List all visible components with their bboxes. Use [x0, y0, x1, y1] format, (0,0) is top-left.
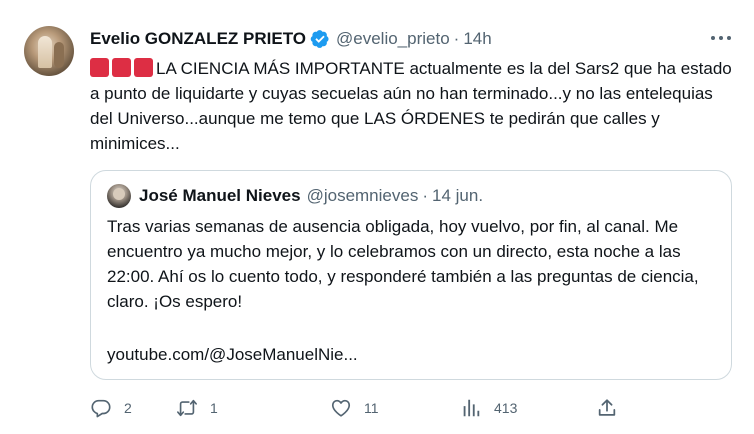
views-button[interactable]: 413: [460, 396, 517, 420]
retweet-count: 1: [210, 400, 218, 416]
red-square-emoji-icon: [134, 58, 153, 77]
share-icon: [598, 399, 616, 416]
like-button[interactable]: 11: [330, 396, 379, 420]
header-separator: ·: [453, 29, 460, 48]
quoted-date: 14 jun.: [432, 186, 484, 205]
retweet-icon: [177, 399, 197, 417]
quoted-author-handle: @josemnieves: [306, 186, 419, 205]
quoted-tweet-header: José Manuel Nieves @josemnieves · 14 jun…: [107, 184, 483, 208]
reply-button[interactable]: 2: [90, 396, 132, 420]
red-square-emoji-icon: [112, 58, 131, 77]
quoted-tweet[interactable]: José Manuel Nieves @josemnieves · 14 jun…: [90, 170, 732, 380]
quoted-tweet-link[interactable]: youtube.com/@JoseManuelNie...: [107, 342, 358, 367]
author-handle[interactable]: @evelio_prieto: [336, 29, 450, 49]
author-name[interactable]: Evelio GONZALEZ PRIETO: [90, 29, 306, 49]
like-count: 11: [364, 400, 379, 416]
tweet-card[interactable]: Evelio GONZALEZ PRIETO @evelio_prieto · …: [0, 0, 754, 434]
tweet-header: Evelio GONZALEZ PRIETO @evelio_prieto · …: [90, 27, 492, 51]
quoted-separator: ·: [422, 186, 428, 205]
reply-count: 2: [124, 400, 132, 416]
quoted-author-avatar: [107, 184, 131, 208]
heart-icon: [331, 399, 351, 417]
tweet-timestamp[interactable]: 14h: [463, 29, 491, 49]
quoted-tweet-text: Tras varias semanas de ausencia obligada…: [107, 217, 699, 311]
share-button[interactable]: [596, 396, 618, 420]
verified-badge-icon: [310, 29, 330, 49]
retweet-button[interactable]: 1: [176, 396, 218, 420]
views-count: 413: [494, 400, 518, 416]
reply-icon: [91, 399, 111, 418]
tweet-text: LA CIENCIA MÁS IMPORTANTE actualmente es…: [90, 56, 740, 156]
red-square-emoji-icon: [90, 58, 109, 77]
quoted-author-name: José Manuel Nieves: [139, 186, 301, 205]
more-options-icon[interactable]: [708, 28, 734, 48]
analytics-icon: [463, 399, 480, 417]
tweet-body: LA CIENCIA MÁS IMPORTANTE actualmente es…: [90, 59, 732, 153]
tweet-actions: 2 1 11 413: [90, 396, 730, 420]
author-avatar[interactable]: [24, 26, 74, 76]
